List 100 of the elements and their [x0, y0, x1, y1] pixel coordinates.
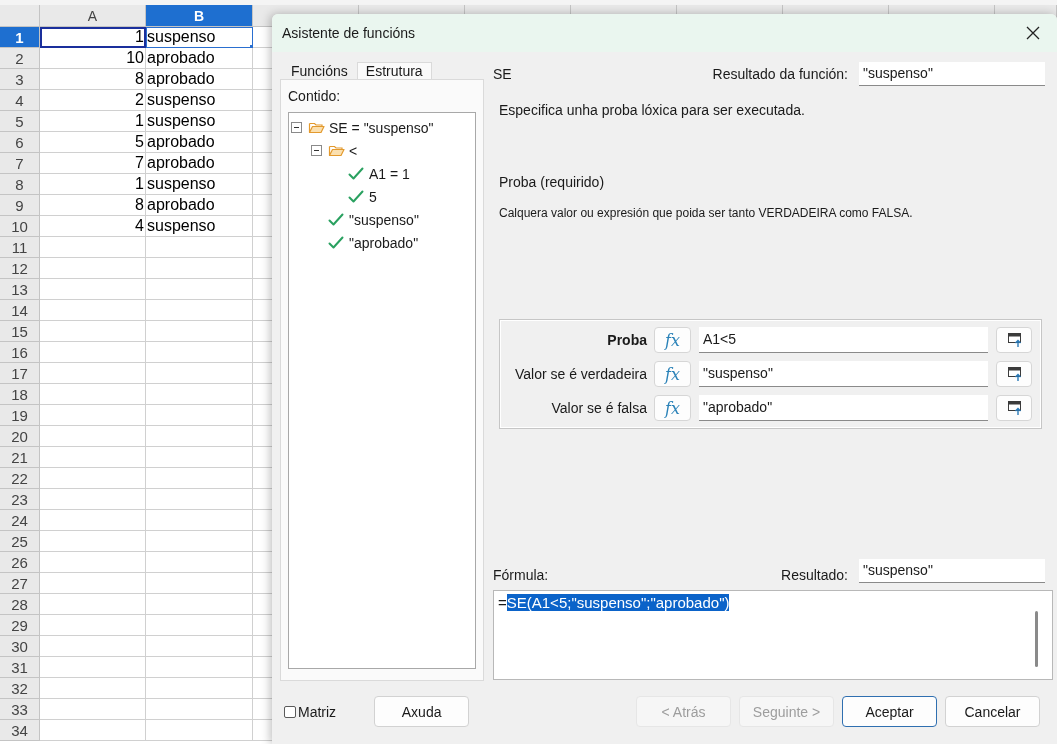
tab[interactable]: Funcións [282, 62, 357, 79]
function-button[interactable]: fx [654, 395, 691, 421]
row-header[interactable]: 21 [0, 447, 40, 468]
table-cell: suspenso [146, 216, 253, 237]
table-cell: aprobado [146, 195, 253, 216]
column-header[interactable]: A [40, 5, 146, 27]
table-cell: 10 [40, 48, 146, 69]
input-field[interactable]: A1<5 [699, 327, 988, 353]
row-header[interactable]: 13 [0, 279, 40, 300]
dialog-button[interactable]: Aceptar [842, 696, 937, 727]
row-header[interactable]: 27 [0, 573, 40, 594]
row-header[interactable]: 6 [0, 132, 40, 153]
row-header[interactable]: 33 [0, 699, 40, 720]
table-cell: 5 [40, 132, 146, 153]
check-icon [328, 234, 345, 251]
argument-label: Proba [606, 332, 647, 348]
row-header[interactable]: 5 [0, 111, 40, 132]
row-header[interactable]: 12 [0, 258, 40, 279]
tree-item[interactable]: < [349, 142, 358, 159]
column-header[interactable]: B [146, 5, 253, 27]
result-label: Resultado: [781, 567, 848, 583]
shrink-button[interactable] [996, 327, 1032, 353]
table-cell: suspenso [146, 90, 253, 111]
row-header[interactable]: 1 [0, 27, 40, 48]
row-header[interactable]: 18 [0, 384, 40, 405]
row-header[interactable]: 7 [0, 153, 40, 174]
row-header[interactable]: 4 [0, 90, 40, 111]
table-cell: 8 [40, 69, 146, 90]
row-header[interactable]: 9 [0, 195, 40, 216]
function-name: SE [493, 66, 513, 82]
row-header[interactable]: 15 [0, 321, 40, 342]
row-header[interactable]: 10 [0, 216, 40, 237]
table-cell: 1 [40, 111, 146, 132]
row-header[interactable]: 17 [0, 363, 40, 384]
table-cell: 1 [40, 174, 146, 195]
row-header[interactable]: 31 [0, 657, 40, 678]
table-cell: 8 [40, 195, 146, 216]
result-field[interactable]: "suspenso" [859, 559, 1045, 583]
row-header[interactable]: 8 [0, 174, 40, 195]
row-header[interactable]: 20 [0, 426, 40, 447]
table-cell: aprobado [146, 132, 253, 153]
formula-label: Fórmula: [493, 567, 550, 583]
row-header[interactable]: 23 [0, 489, 40, 510]
row-header[interactable]: 19 [0, 405, 40, 426]
window-arrow-icon [1006, 332, 1022, 348]
row-header[interactable]: 30 [0, 636, 40, 657]
table-cell: aprobado [146, 48, 253, 69]
row-header[interactable]: 2 [0, 48, 40, 69]
collapse-icon[interactable] [291, 122, 302, 133]
function-button[interactable]: fx [654, 327, 691, 353]
dialog-button[interactable]: Cancelar [945, 696, 1040, 727]
tree-item[interactable]: 5 [369, 188, 377, 205]
argument-label: Valor se é falsa [550, 400, 647, 416]
window-arrow-icon [1006, 400, 1022, 416]
row-header[interactable]: 32 [0, 678, 40, 699]
checkbox-label: Matriz [298, 703, 337, 720]
result-field[interactable]: "suspenso" [859, 62, 1045, 86]
row-header[interactable]: 26 [0, 552, 40, 573]
table-cell: 1 [40, 27, 146, 48]
tab[interactable]: Estrutura [356, 62, 432, 79]
row-header[interactable]: 25 [0, 531, 40, 552]
row-header[interactable]: 16 [0, 342, 40, 363]
checkbox[interactable] [284, 705, 296, 718]
input-field[interactable]: "suspenso" [699, 361, 988, 387]
function-description: Especifica unha proba lóxica para ser executada. [499, 102, 806, 118]
tree-item[interactable]: "aprobado" [349, 234, 419, 251]
formula-editor[interactable]: =SE(A1<5;"suspenso";"aprobado") [493, 590, 1053, 680]
window-title: Asistente de funcións [282, 25, 417, 41]
table-cell: aprobado [146, 69, 253, 90]
window-arrow-icon [1006, 366, 1022, 382]
tree-item[interactable]: SE = "suspenso" [329, 119, 434, 136]
function-button[interactable]: fx [654, 361, 691, 387]
table-cell: 7 [40, 153, 146, 174]
row-header[interactable]: 29 [0, 615, 40, 636]
table-cell: 4 [40, 216, 146, 237]
shrink-button[interactable] [996, 395, 1032, 421]
row-header[interactable]: 34 [0, 720, 40, 741]
input-field[interactable]: "aprobado" [699, 395, 988, 421]
check-icon [348, 165, 365, 182]
row-header[interactable]: 28 [0, 594, 40, 615]
table-cell: 2 [40, 90, 146, 111]
row-header[interactable]: 11 [0, 237, 40, 258]
row-header[interactable]: 24 [0, 510, 40, 531]
table-cell: suspenso [146, 174, 253, 195]
shrink-button[interactable] [996, 361, 1032, 387]
contents-label: Contido: [288, 88, 342, 104]
tree-item[interactable]: A1 = 1 [369, 165, 410, 182]
argument-title: Proba (requirido) [499, 174, 606, 190]
close-icon[interactable] [1025, 25, 1041, 41]
row-header[interactable]: 14 [0, 300, 40, 321]
tree-item[interactable]: "suspenso" [349, 211, 419, 228]
row-header[interactable]: 22 [0, 468, 40, 489]
check-icon [328, 211, 345, 228]
row-header[interactable]: 3 [0, 69, 40, 90]
help-button[interactable]: Axuda [374, 696, 470, 727]
scrollbar[interactable] [1035, 611, 1038, 667]
table-cell: suspenso [146, 27, 253, 48]
collapse-icon[interactable] [311, 145, 322, 156]
result-label: Resultado da función: [712, 66, 848, 82]
argument-help: Calquera valor ou expresión que poida ser tanto VERDADEIRA como FALSA. [499, 206, 914, 220]
